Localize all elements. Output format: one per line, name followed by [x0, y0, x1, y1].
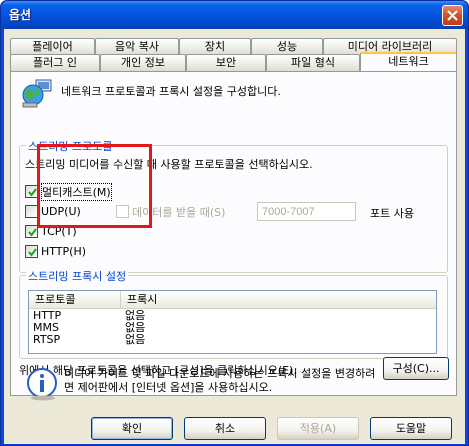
- protocol-cell: RTSP: [33, 333, 61, 346]
- close-button[interactable]: [442, 5, 463, 26]
- info-icon: [26, 367, 60, 404]
- list-item[interactable]: RTSP 없음: [29, 334, 436, 346]
- tab-rip-music[interactable]: 음악 복사: [95, 38, 179, 55]
- column-header-protocol[interactable]: 프로토콜: [29, 291, 121, 309]
- tab-file-types[interactable]: 파일 형식: [266, 54, 360, 71]
- tab-performance[interactable]: 성능: [251, 38, 323, 55]
- apply-button[interactable]: 적용(A): [277, 417, 359, 440]
- options-dialog: 옵션 플레이어 음악 복사 장치 성능 미디어 라이브러리 플러그 인 개인 정…: [0, 0, 469, 446]
- dialog-client: 플레이어 음악 복사 장치 성능 미디어 라이브러리 플러그 인 개인 정보 보…: [4, 29, 465, 444]
- column-header-proxy[interactable]: 프록시: [121, 291, 437, 309]
- info-text: 미디어 가이드 및 파일 다운로드에 사용하는 프록시 설정을 변경하려 면 제…: [64, 367, 444, 395]
- tab-privacy[interactable]: 개인 정보: [100, 54, 186, 71]
- streaming-proxy-group: 스트리밍 프록시 설정 프로토콜 프록시 HTTP 없음 MMS 없음 RTSP…: [19, 268, 448, 359]
- title-bar: 옵션: [1, 1, 468, 29]
- ok-button[interactable]: 확인: [91, 417, 173, 440]
- info-text-line-2: 면 제어판에서 [인터넷 옵션]을 사용하십시오.: [64, 381, 273, 394]
- intro-text: 네트워크 프로토콜과 프록시 설정을 구성합니다.: [61, 85, 281, 98]
- close-icon: [447, 10, 458, 21]
- list-item[interactable]: MMS 없음: [29, 322, 436, 334]
- network-panel: 네트워크 프로토콜과 프록시 설정을 구성합니다. 스트리밍 프로토콜 스트리밍…: [10, 71, 457, 396]
- http-label: HTTP(H): [41, 245, 87, 258]
- proxy-list-header: 프로토콜 프록시: [29, 291, 436, 309]
- info-text-line-1: 미디어 가이드 및 파일 다운로드에 사용하는 프록시 설정을 변경하려: [64, 367, 376, 380]
- checkmark-icon: [28, 248, 37, 257]
- network-globe-icon: [21, 78, 53, 111]
- tab-network[interactable]: 네트워크: [360, 52, 457, 71]
- tab-security[interactable]: 보안: [186, 54, 266, 71]
- tab-player[interactable]: 플레이어: [10, 38, 95, 55]
- help-button[interactable]: 도움말: [370, 417, 452, 440]
- tab-plugins[interactable]: 플러그 인: [10, 54, 100, 71]
- port-range-input[interactable]: [257, 202, 356, 221]
- tab-row-front: 플러그 인 개인 정보 보안 파일 형식 네트워크: [10, 52, 457, 71]
- http-checkbox[interactable]: [25, 245, 38, 258]
- highlight-annotation: [37, 144, 152, 228]
- http-checkbox-row[interactable]: HTTP(H): [25, 244, 86, 259]
- proxy-list[interactable]: 프로토콜 프록시 HTTP 없음 MMS 없음 RTSP 없음: [28, 290, 437, 354]
- checkmark-icon: [28, 228, 37, 237]
- tab-devices[interactable]: 장치: [179, 38, 251, 55]
- proxy-cell: 없음: [125, 333, 146, 346]
- port-suffix-label: 포트 사용: [370, 207, 414, 220]
- cancel-button[interactable]: 취소: [184, 417, 266, 440]
- list-item[interactable]: HTTP 없음: [29, 310, 436, 322]
- window-title: 옵션: [9, 8, 32, 22]
- streaming-proxy-title: 스트리밍 프록시 설정: [26, 268, 129, 284]
